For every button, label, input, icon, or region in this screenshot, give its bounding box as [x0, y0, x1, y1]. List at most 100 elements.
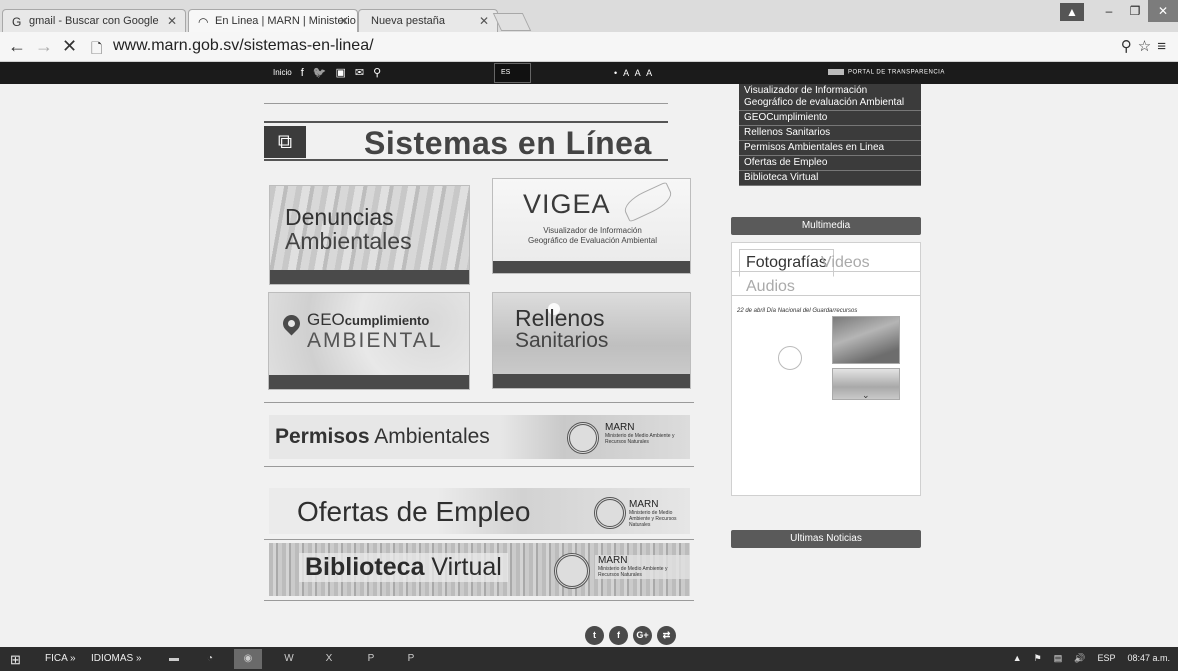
close-tab-icon[interactable]: ✕	[167, 14, 177, 28]
network-icon[interactable]: ▤	[1054, 653, 1063, 664]
tab-title: En Linea | MARN | Ministerio	[215, 15, 356, 27]
home-link[interactable]: Inicio	[273, 68, 292, 77]
marn-label: MARN	[605, 422, 635, 433]
maximize-button[interactable]: ❐	[1122, 0, 1148, 22]
bookmark-star-icon[interactable]: ☆	[1138, 38, 1157, 55]
systems-menu: Visualizador de Información Geográfico d…	[739, 84, 921, 186]
multimedia-panel: Fotografías Videos Audios 22 de abril Dí…	[731, 242, 921, 496]
start-icon[interactable]: ⊞	[10, 652, 21, 668]
card-band	[269, 375, 469, 389]
tab-title: gmail - Buscar con Google	[29, 15, 159, 27]
biblioteca-virtual-banner[interactable]: Biblioteca Virtual MARN Ministerio de Med…	[269, 543, 690, 596]
publisher-icon[interactable]: P	[397, 649, 425, 669]
site-top-links: Inicio f 🐦 ▣ ✉ ⚲	[273, 66, 381, 80]
divider	[264, 103, 668, 104]
toolbar-label: FICA	[45, 653, 68, 664]
rellenos-sanitarios-card[interactable]: Rellenos Sanitarios	[492, 292, 691, 389]
menu-item-ofertas[interactable]: Ofertas de Empleo	[739, 156, 921, 171]
file-explorer-icon[interactable]: ▬	[160, 649, 188, 669]
denuncias-ambientales-card[interactable]: Denuncias Ambientales	[269, 185, 470, 285]
minimize-button[interactable]: –	[1096, 0, 1122, 22]
systems-icon: ⧉	[264, 126, 306, 158]
show-hidden-icons[interactable]: ▲	[1013, 653, 1022, 664]
close-window-button[interactable]: ✕	[1148, 0, 1178, 22]
marn-sub: Ministerio de Medio Ambiente y Recursos …	[598, 566, 668, 578]
taskbar-toolbar-fica[interactable]: FICA »	[45, 653, 76, 664]
zoom-icon[interactable]: ⚲	[1121, 38, 1138, 55]
card-band	[493, 261, 690, 273]
facebook-icon[interactable]: f	[609, 626, 628, 645]
tab-videos[interactable]: Videos	[821, 254, 870, 272]
card-title: Rellenos	[515, 305, 605, 331]
ofertas-de-empleo-banner[interactable]: Ofertas de Empleo MARN Ministerio de Medi…	[269, 488, 690, 534]
card-subtitle: Visualizador de Información Geográfico d…	[493, 226, 690, 246]
forward-icon[interactable]: →	[35, 36, 53, 57]
close-tab-icon[interactable]: ✕	[479, 14, 489, 28]
card-subtitle-line1: Visualizador de Información	[543, 226, 642, 235]
word-icon[interactable]: W	[275, 649, 303, 669]
tab-en-linea[interactable]: ◠ En Linea | MARN | Ministerio ✕	[188, 9, 358, 33]
language-select[interactable]: ES	[494, 63, 531, 83]
chevron-down-icon[interactable]: ⌄	[862, 390, 870, 401]
address-bar[interactable]: www.marn.gob.sv/sistemas-en-linea/	[113, 37, 374, 55]
google-plus-icon[interactable]: G+	[633, 626, 652, 645]
menu-item-visualizador[interactable]: Visualizador de Información Geográfico d…	[739, 84, 921, 111]
marn-label: MARN	[598, 555, 628, 566]
tab-gmail-search[interactable]: G gmail - Buscar con Google ✕	[2, 9, 186, 33]
action-center-icon[interactable]: ⚑	[1034, 653, 1042, 664]
menu-item-geocumplimiento[interactable]: GEOCumplimiento	[739, 111, 921, 126]
menu-item-rellenos[interactable]: Rellenos Sanitarios	[739, 126, 921, 141]
coat-of-arms-icon	[554, 553, 590, 589]
font-size-controls[interactable]: • A A A	[614, 68, 654, 78]
search-icon[interactable]: ⚲	[373, 66, 381, 79]
flickr-icon[interactable]: ⇄	[657, 626, 676, 645]
back-icon[interactable]: ←	[8, 36, 26, 57]
geocumplimiento-card[interactable]: GEOcumplimiento AMBIENTAL	[268, 292, 470, 390]
new-tab-button[interactable]	[492, 13, 532, 31]
youtube-icon[interactable]: ▣	[335, 66, 345, 79]
card-subtitle: Ambientales	[285, 228, 412, 254]
menu-item-biblioteca[interactable]: Biblioteca Virtual	[739, 171, 921, 186]
powerpoint-icon[interactable]: P	[357, 649, 385, 669]
divider	[264, 402, 694, 403]
excel-icon[interactable]: X	[315, 649, 343, 669]
menu-icon[interactable]: ≡	[1157, 38, 1172, 55]
twitter-icon[interactable]: 🐦	[313, 66, 327, 79]
app-icon[interactable]: ◔	[196, 649, 224, 669]
gallery-caption: 22 de abril Día Nacional del Guardarrecu…	[737, 308, 858, 314]
clock[interactable]: 08:47 a.m.	[1127, 653, 1170, 664]
stop-icon[interactable]: ✕	[62, 36, 77, 57]
banner-label-bold: Biblioteca	[305, 553, 425, 581]
permisos-ambientales-banner[interactable]: Permisos Ambientales MARN Ministerio de M…	[269, 415, 690, 459]
user-icon[interactable]: ▲	[1060, 3, 1084, 21]
marn-sub: Ministerio de Medio Ambiente y Recursos …	[605, 433, 675, 445]
gallery-thumbnail[interactable]	[832, 316, 900, 364]
card-subtitle: AMBIENTAL	[307, 329, 443, 352]
tab-audios[interactable]: Audios	[746, 278, 795, 296]
site-topbar: Inicio f 🐦 ▣ ✉ ⚲ ES • A A A PORTAL DE TR…	[0, 62, 1178, 84]
facebook-icon[interactable]: f	[301, 67, 304, 79]
volume-icon[interactable]: 🔊	[1074, 653, 1085, 664]
portal-label: PORTAL DE TRANSPARENCIA	[848, 69, 945, 76]
mail-icon[interactable]: ✉	[355, 66, 364, 79]
tab-nueva[interactable]: Nueva pestaña ✕	[358, 9, 498, 33]
menu-item-permisos[interactable]: Permisos Ambientales en Linea	[739, 141, 921, 156]
divider	[264, 600, 694, 601]
chrome-icon[interactable]: ◉	[234, 649, 262, 669]
marn-logo: MARN Ministerio de Medio Ambiente y Recur…	[629, 499, 690, 529]
portal-transparencia-link[interactable]: PORTAL DE TRANSPARENCIA	[828, 69, 945, 76]
vigea-logo-icon	[620, 181, 676, 223]
marn-label: MARN	[629, 499, 659, 510]
close-tab-icon[interactable]: ✕	[339, 14, 349, 28]
browser-tabstrip: G gmail - Buscar con Google ✕ ◠ En Linea…	[0, 0, 1178, 33]
vigea-card[interactable]: VIGEA Visualizador de Información Geográ…	[492, 178, 691, 274]
twitter-icon[interactable]: t	[585, 626, 604, 645]
input-language[interactable]: ESP	[1097, 653, 1115, 664]
coat-of-arms-icon	[594, 497, 626, 529]
tab-fotografias[interactable]: Fotografías	[739, 249, 834, 277]
divider	[264, 466, 694, 467]
coat-of-arms-icon	[567, 422, 599, 454]
taskbar-toolbar-idiomas[interactable]: IDIOMAS »	[91, 653, 142, 664]
ultimas-noticias-heading: Ultimas Noticias	[731, 530, 921, 548]
loading-spinner-icon	[778, 346, 802, 370]
